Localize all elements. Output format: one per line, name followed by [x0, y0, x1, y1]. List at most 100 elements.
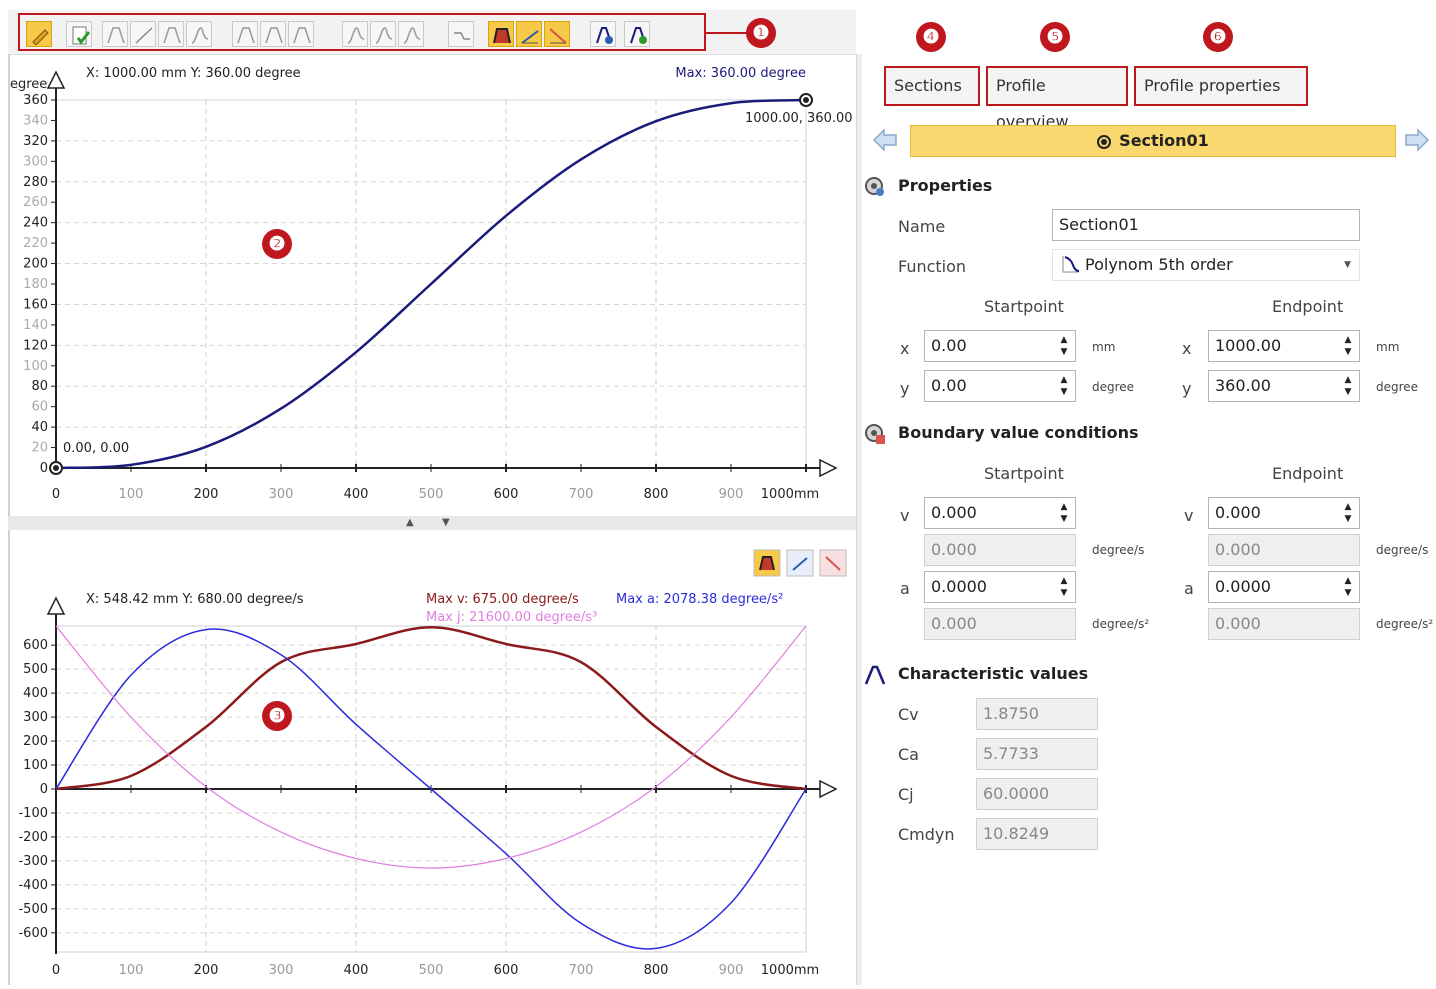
position-chart[interactable]: 0 100 200 300 400 500 600 700 800 900 1000mm 0 20 40 6… — [8, 54, 856, 516]
export-profile-button[interactable] — [624, 21, 650, 47]
end-x-unit: mm — [1376, 340, 1400, 354]
start-a-label: a — [900, 579, 910, 598]
collapse-down-icon[interactable]: ▼ — [442, 517, 450, 528]
jerk-chart-button[interactable] — [544, 21, 570, 47]
start-v-input[interactable]: 0.000 ▲ ▼ — [924, 497, 1076, 529]
spinner-icon[interactable]: ▲ ▼ — [1059, 501, 1069, 525]
callout-1: ❶ — [746, 18, 776, 48]
next-section-button[interactable] — [1402, 125, 1432, 155]
dwell-rise-3-button[interactable] — [288, 21, 314, 47]
pencil-button[interactable] — [26, 21, 52, 47]
acceleration-chart-icon — [521, 30, 539, 44]
x-tick-label: 300 — [269, 487, 294, 502]
function-value: Polynom 5th order — [1085, 255, 1233, 274]
velocity-chart-button[interactable] — [488, 21, 514, 47]
derivatives-chart[interactable]: 0 100 200 300 400 500 600 700 800 900 1000mm -600 -5… — [8, 530, 856, 985]
line-profile-button[interactable] — [130, 21, 156, 47]
max-a-label: Max a: 2078.38 degree/s² — [616, 592, 783, 607]
end-v-unit: degree/s — [1376, 543, 1429, 557]
end-v-input[interactable]: 0.000 ▲ ▼ — [1208, 497, 1360, 529]
polynom-profile-icon — [163, 27, 181, 44]
y-tick-label: 180 — [23, 277, 48, 292]
section-title: Section01 — [1119, 131, 1209, 150]
x-tick-label: 300 — [269, 963, 294, 978]
spinner-icon[interactable]: ▲ ▼ — [1343, 501, 1353, 525]
spinner-icon[interactable]: ▲ ▼ — [1059, 334, 1069, 358]
spinner-icon[interactable]: ▲ ▼ — [1343, 374, 1353, 398]
ca-value: 5.7733 — [976, 738, 1098, 770]
name-input[interactable]: Section01 — [1052, 209, 1360, 241]
previous-section-button[interactable] — [870, 125, 900, 155]
y-tick-label: 0 — [40, 461, 48, 476]
spinner-icon[interactable]: ▲ ▼ — [1059, 374, 1069, 398]
step-profile-button[interactable] — [448, 21, 474, 47]
y-tick-label: 0 — [40, 782, 48, 797]
x-tick-label: 500 — [419, 487, 444, 502]
x-tick-label: 200 — [194, 963, 219, 978]
y-tick-label: 340 — [23, 113, 48, 128]
tab-profile-overview[interactable]: Profile overview — [986, 66, 1128, 131]
radio-target-icon — [1097, 135, 1112, 149]
collapse-up-icon[interactable]: ▲ — [406, 517, 414, 528]
cj-value: 60.0000 — [976, 778, 1098, 810]
y-tick-label: 100 — [23, 359, 48, 374]
start-x-value: 0.00 — [931, 336, 967, 355]
trapezoid-profile-button[interactable] — [102, 21, 128, 47]
modified-sine-button[interactable] — [342, 21, 368, 47]
chevron-down-icon[interactable]: ▼ — [1344, 250, 1351, 280]
jerk-chart-icon — [549, 28, 567, 44]
dwell-rise-2-button[interactable] — [260, 21, 286, 47]
y-tick-label: -300 — [18, 854, 48, 869]
arrow-left-icon — [872, 128, 897, 152]
end-y-input[interactable]: 360.00 ▲ ▼ — [1208, 370, 1360, 402]
x-tick-label: 700 — [569, 487, 594, 502]
dwell-rise-button[interactable] — [232, 21, 258, 47]
spinner-icon[interactable]: ▲ ▼ — [1059, 575, 1069, 599]
tab-sections[interactable]: Sections — [884, 66, 980, 106]
cmdyn-label: Cmdyn — [898, 825, 955, 844]
add-profile-button[interactable] — [590, 21, 616, 47]
chart-splitter[interactable]: ▲ ▼ — [8, 516, 856, 530]
end-a-input[interactable]: 0.0000 ▲ ▼ — [1208, 571, 1360, 603]
velocity-toggle-button[interactable] — [753, 549, 781, 577]
end-y-value: 360.00 — [1215, 376, 1271, 395]
y-tick-label: -500 — [18, 902, 48, 917]
tab-profile-properties[interactable]: Profile properties — [1134, 66, 1308, 106]
y-tick-label: 80 — [31, 379, 48, 394]
y-tick-label: -400 — [18, 878, 48, 893]
y-tick-label: 120 — [23, 338, 48, 353]
polynom-profile-button[interactable] — [158, 21, 184, 47]
modified-sine-3-button[interactable] — [398, 21, 424, 47]
x-axis-arrow — [819, 779, 838, 799]
spinner-icon[interactable]: ▲ ▼ — [1343, 575, 1353, 599]
acceleration-toggle-button[interactable] — [786, 549, 814, 577]
sine-profile-button[interactable] — [186, 21, 212, 47]
x-tick-label: 400 — [344, 487, 369, 502]
acceleration-chart-button[interactable] — [516, 21, 542, 47]
y-tick-label: -200 — [18, 830, 48, 845]
end-x-input[interactable]: 1000.00 ▲ ▼ — [1208, 330, 1360, 362]
x-tick-label: 900 — [719, 963, 744, 978]
y-tick-label: 260 — [23, 195, 48, 210]
x-tick-label: 0 — [52, 963, 60, 978]
x-tick-label: 1000mm — [761, 963, 819, 978]
x-tick-label: 400 — [344, 963, 369, 978]
start-x-input[interactable]: 0.00 ▲ ▼ — [924, 330, 1076, 362]
y-tick-label: 100 — [23, 758, 48, 773]
ca-label: Ca — [898, 745, 919, 764]
modified-sine-2-button[interactable] — [370, 21, 396, 47]
callout-5: ❺ — [1040, 22, 1070, 52]
start-a-input[interactable]: 0.0000 ▲ ▼ — [924, 571, 1076, 603]
function-select[interactable]: Polynom 5th order ▼ — [1052, 249, 1360, 281]
end-x-value: 1000.00 — [1215, 336, 1282, 355]
y-tick-label: 300 — [23, 710, 48, 725]
end-a-label: a — [1184, 579, 1194, 598]
start-y-input[interactable]: 0.00 ▲ ▼ — [924, 370, 1076, 402]
cursor-readout: X: 1000.00 mm Y: 360.00 degree — [86, 66, 301, 81]
toolbar-button-group — [18, 13, 706, 51]
spinner-icon[interactable]: ▲ ▼ — [1343, 334, 1353, 358]
y-unit-label: egree — [10, 77, 47, 92]
start-y-unit: degree — [1092, 380, 1135, 394]
check-document-button[interactable] — [66, 21, 92, 47]
jerk-toggle-button[interactable] — [819, 549, 847, 577]
